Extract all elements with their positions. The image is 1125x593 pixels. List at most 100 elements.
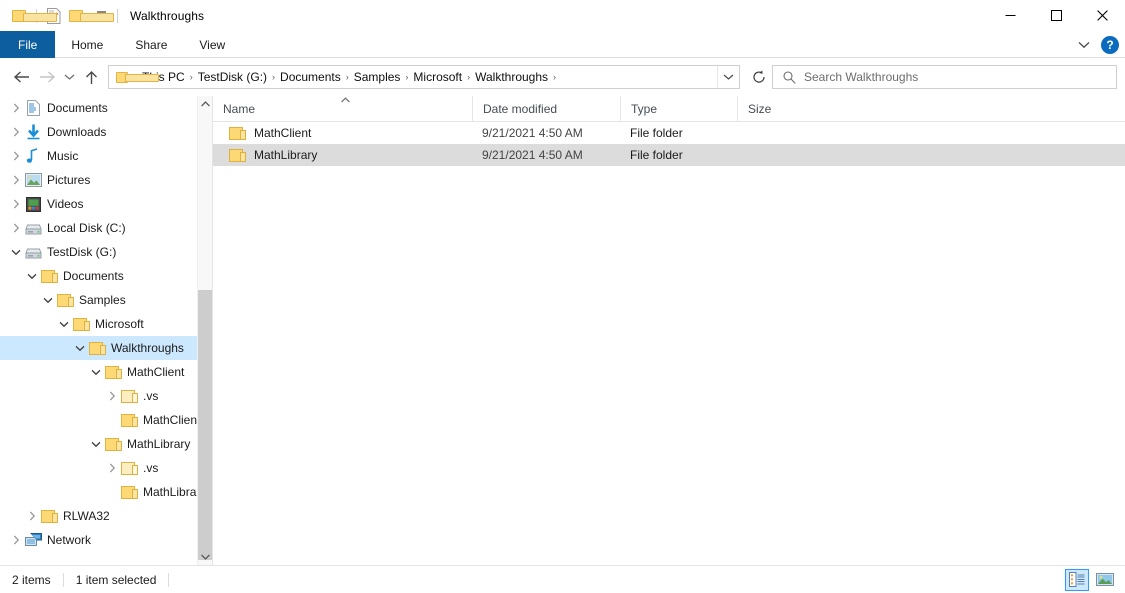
- nav-item-samples[interactable]: Samples: [0, 288, 212, 312]
- chevron-down-icon[interactable]: [72, 336, 88, 360]
- back-arrow-icon: [13, 71, 29, 83]
- type-cell: File folder: [630, 126, 683, 140]
- details-view-button[interactable]: [1065, 568, 1089, 591]
- nav-item-mathclient[interactable]: MathClient: [0, 360, 212, 384]
- minimize-button[interactable]: [987, 0, 1033, 31]
- chevron-right-icon[interactable]: [8, 528, 24, 552]
- breadcrumb-sep[interactable]: ›: [552, 72, 557, 82]
- chevron-right-icon[interactable]: [8, 144, 24, 168]
- up-arrow-icon: [85, 70, 97, 84]
- tab-view[interactable]: View: [183, 31, 241, 58]
- table-row[interactable]: MathLibrary 9/21/2021 4:50 AM File folder: [213, 144, 1125, 166]
- drive-icon: [24, 220, 42, 236]
- nav-item-mathclient[interactable]: MathClient: [0, 408, 212, 432]
- nav-item-vs[interactable]: .vs: [0, 384, 212, 408]
- nav-item-mathlibrary[interactable]: MathLibrary: [0, 480, 212, 504]
- column-header-name[interactable]: Name: [213, 96, 472, 121]
- nav-item-network[interactable]: Network: [0, 528, 212, 552]
- breadcrumb-item-samples[interactable]: Samples: [350, 68, 405, 86]
- nav-scrollbar-thumb[interactable]: [198, 290, 212, 560]
- search-box[interactable]: Search Walkthroughs: [772, 65, 1117, 89]
- folder-icon[interactable]: [8, 4, 57, 28]
- folder-glyph: [12, 9, 57, 23]
- chevron-down-icon: [64, 74, 74, 80]
- column-label-type: Type: [631, 101, 658, 116]
- nav-item-label: RLWA32: [63, 509, 110, 523]
- nav-item-documents[interactable]: Documents: [0, 264, 212, 288]
- breadcrumb-item-documents[interactable]: Documents: [276, 68, 345, 86]
- up-button[interactable]: [78, 64, 104, 90]
- nav-item-testdisk-g[interactable]: TestDisk (G:): [0, 240, 212, 264]
- chevron-right-icon[interactable]: [8, 192, 24, 216]
- folder-pale-icon: [120, 460, 138, 476]
- nav-item-vs[interactable]: .vs: [0, 456, 212, 480]
- nav-item-label: .vs: [143, 389, 159, 403]
- folder-glyph: [88, 341, 106, 355]
- chevron-right-icon[interactable]: [24, 504, 40, 528]
- sort-ascending-icon: [341, 97, 350, 105]
- breadcrumb-item-testdisk[interactable]: TestDisk (G:): [194, 68, 271, 86]
- nav-item-pictures[interactable]: Pictures: [0, 168, 212, 192]
- chevron-down-icon[interactable]: [24, 264, 40, 288]
- ribbon-tab-bar: File Home Share View ?: [0, 31, 1125, 58]
- refresh-button[interactable]: [746, 65, 772, 89]
- scroll-up-arrow-icon[interactable]: [198, 96, 212, 112]
- chevron-right-icon[interactable]: [104, 456, 120, 480]
- nav-item-downloads[interactable]: Downloads: [0, 120, 212, 144]
- nav-scrollbar[interactable]: [197, 96, 212, 565]
- nav-item-videos[interactable]: Videos: [0, 192, 212, 216]
- chevron-right-icon[interactable]: [8, 168, 24, 192]
- column-label-date-modified: Date modified: [483, 101, 558, 116]
- chevron-down-icon[interactable]: [56, 312, 72, 336]
- refresh-icon: [753, 70, 765, 83]
- column-label-size: Size: [748, 101, 772, 116]
- large-icons-view-button[interactable]: [1093, 569, 1117, 591]
- help-button[interactable]: ?: [1101, 35, 1119, 54]
- recent-locations-button[interactable]: [60, 64, 78, 90]
- quick-access-toolbar: Walkthroughs: [0, 4, 204, 28]
- folder-icon: [88, 340, 106, 356]
- back-button[interactable]: [8, 64, 34, 90]
- column-header-date-modified[interactable]: Date modified: [472, 96, 620, 121]
- search-input[interactable]: Search Walkthroughs: [804, 70, 918, 84]
- nav-item-mathlibrary[interactable]: MathLibrary: [0, 432, 212, 456]
- nav-item-walkthroughs[interactable]: Walkthroughs: [0, 336, 212, 360]
- network-glyph: [24, 532, 42, 546]
- close-button[interactable]: [1079, 0, 1125, 31]
- chevron-right-icon[interactable]: [8, 96, 24, 120]
- tab-file[interactable]: File: [0, 31, 56, 58]
- folder-glyph: [120, 461, 138, 475]
- breadcrumb-item-microsoft[interactable]: Microsoft: [409, 68, 466, 86]
- nav-item-microsoft[interactable]: Microsoft: [0, 312, 212, 336]
- column-header-size[interactable]: Size: [737, 96, 819, 121]
- chevron-right-icon[interactable]: [8, 216, 24, 240]
- nav-item-local-disk-c[interactable]: Local Disk (C:): [0, 216, 212, 240]
- nav-item-rlwa32[interactable]: RLWA32: [0, 504, 212, 528]
- tab-home[interactable]: Home: [55, 31, 119, 58]
- address-bar[interactable]: › This PC › TestDisk (G:) › Documents › …: [108, 65, 740, 89]
- nav-item-documents[interactable]: Documents: [0, 96, 212, 120]
- folder-glyph: [120, 485, 138, 499]
- chevron-down-icon[interactable]: [40, 288, 56, 312]
- chevron-down-icon[interactable]: [88, 360, 104, 384]
- scroll-down-arrow-icon[interactable]: [198, 549, 212, 565]
- maximize-button[interactable]: [1033, 0, 1079, 31]
- expand-ribbon-chevron-down-icon[interactable]: [1073, 34, 1095, 56]
- forward-button[interactable]: [34, 64, 60, 90]
- new-folder-icon[interactable]: [65, 4, 114, 28]
- chevron-down-icon[interactable]: [8, 240, 24, 264]
- chevron-down-icon[interactable]: [88, 432, 104, 456]
- chevron-right-icon[interactable]: [104, 384, 120, 408]
- navigation-pane: Documents Downloads Music Pictures Videos Loc…: [0, 96, 212, 565]
- tab-share[interactable]: Share: [119, 31, 183, 58]
- chevron-down-glyph: [91, 369, 101, 375]
- pictures-glyph: [24, 173, 42, 187]
- folder-icon: [120, 412, 138, 428]
- breadcrumb-folder-icon[interactable]: [114, 71, 159, 84]
- breadcrumb-item-walkthroughs[interactable]: Walkthroughs: [471, 68, 552, 86]
- chevron-right-icon[interactable]: [8, 120, 24, 144]
- column-header-type[interactable]: Type: [620, 96, 737, 121]
- table-row[interactable]: MathClient 9/21/2021 4:50 AM File folder: [213, 122, 1125, 144]
- address-dropdown-chevron-down-icon[interactable]: [717, 66, 739, 88]
- nav-item-music[interactable]: Music: [0, 144, 212, 168]
